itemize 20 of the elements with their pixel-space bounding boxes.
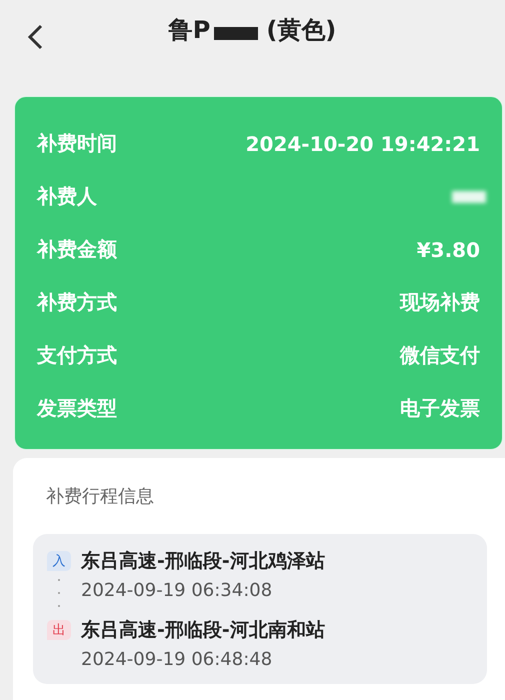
detail-value: 2024-10-20 19:42:21 (246, 132, 480, 156)
detail-value: 微信支付 (400, 342, 480, 369)
stop-time: 2024-09-19 06:34:08 (81, 580, 274, 601)
detail-label: 补费方式 (37, 289, 117, 316)
detail-value: 现场补费 (400, 289, 480, 316)
detail-label: 补费人 (37, 183, 97, 210)
detail-value: 电子发票 (400, 395, 480, 422)
page-title: 鲁P (168, 15, 210, 46)
detail-label: 补费金额 (37, 236, 117, 263)
section-title: 补费行程信息 (46, 485, 155, 508)
page-title-suffix: (黄色) (266, 15, 336, 46)
stop-badge: 入 (47, 551, 71, 571)
detail-label: 发票类型 (37, 395, 117, 422)
detail-label: 补费时间 (37, 130, 117, 157)
station-name: 东吕高速-邢临段-河北南和站 (81, 618, 325, 643)
detail-label: 支付方式 (37, 342, 117, 369)
stop-badge: 出 (47, 620, 71, 640)
stop-time: 2024-09-19 06:48:48 (81, 649, 274, 670)
station-name: 东吕高速-邢临段-河北鸡泽站 (81, 549, 325, 574)
detail-value: ¥3.80 (416, 238, 480, 262)
